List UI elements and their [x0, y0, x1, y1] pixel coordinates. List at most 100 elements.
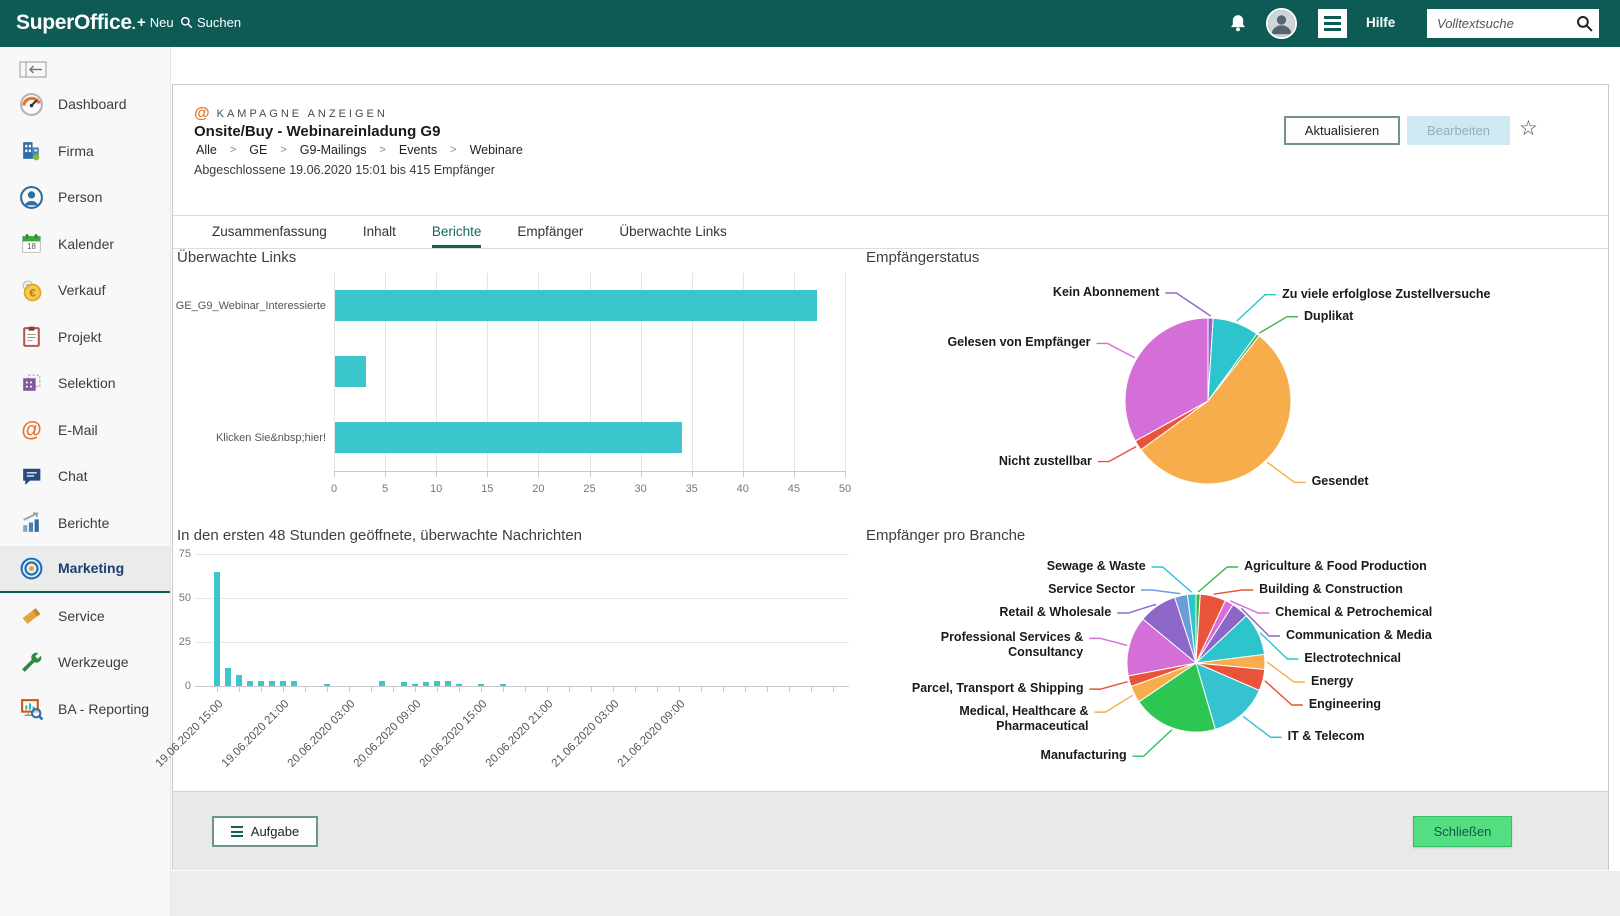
tab-berichte[interactable]: Berichte [431, 216, 482, 248]
wrench-icon [22, 652, 42, 672]
bar[interactable] [412, 684, 418, 686]
leader-line [1151, 566, 1192, 593]
bar[interactable] [445, 680, 451, 686]
sidebar-item-firma[interactable]: Firma [0, 128, 170, 175]
pie-label: Sewage & Waste [1046, 559, 1146, 573]
sidebar-item-ba-reporting[interactable]: BA - Reporting [0, 686, 170, 733]
search-submit-icon[interactable] [1576, 15, 1593, 32]
leader-line [1213, 589, 1254, 595]
sidebar-collapse-icon[interactable] [19, 61, 47, 78]
sidebar-item-email[interactable]: @ E-Mail [0, 407, 170, 454]
bar-chart-icon [23, 512, 39, 533]
bar[interactable] [269, 680, 275, 686]
bar[interactable] [478, 684, 484, 686]
axis-label: 40 [736, 483, 749, 495]
edit-button[interactable]: Bearbeiten [1407, 116, 1510, 145]
sidebar-item-selektion[interactable]: Selektion [0, 360, 170, 407]
favorite-star-icon[interactable]: ☆ [1519, 116, 1538, 141]
report-monitor-icon [21, 699, 44, 721]
axis-label: 20.06.2020 15:00 [417, 698, 490, 770]
help-link[interactable]: Hilfe [1366, 15, 1395, 30]
breadcrumb-separator: > [229, 144, 237, 156]
bar[interactable] [236, 675, 242, 686]
pie-label: Energy [1310, 674, 1354, 688]
sidebar-item-berichte[interactable]: Berichte [0, 500, 170, 547]
sidebar-item-dashboard[interactable]: Dashboard [0, 81, 170, 128]
bar[interactable] [214, 571, 220, 686]
bar[interactable] [291, 680, 297, 686]
leader-line [1197, 566, 1239, 593]
tab-ueberwachte-links[interactable]: Überwachte Links [619, 216, 726, 248]
tracked-links-chart: Überwachte Links 0 5 10 15 20 25 30 35 40 45 50 GE_… [175, 249, 867, 501]
bar[interactable] [280, 680, 286, 686]
axis-tick [349, 686, 350, 692]
svg-text:18: 18 [27, 242, 36, 251]
axis-label: 19.06.2020 21:00 [219, 698, 292, 770]
industry-chart: Empfänger pro Branche Agriculture & Food… [866, 521, 1616, 791]
bar[interactable] [335, 422, 683, 453]
bar[interactable] [423, 682, 429, 686]
refresh-button[interactable]: Aktualisieren [1284, 116, 1400, 145]
superoffice-logo[interactable]: SuperOffice. [16, 11, 136, 35]
breadcrumb-item[interactable]: Events [399, 143, 437, 157]
axis-label: 25 [178, 636, 191, 648]
bar[interactable] [258, 680, 264, 686]
bar[interactable] [401, 682, 407, 686]
search-menu-button[interactable]: Suchen [180, 15, 241, 30]
axis-label: 50 [838, 483, 852, 495]
breadcrumb-item[interactable]: Webinare [470, 143, 523, 157]
axis-label: 20.06.2020 03:00 [285, 698, 358, 770]
axis-tick [745, 686, 746, 692]
breadcrumb-separator: > [450, 144, 457, 156]
bar[interactable] [247, 680, 253, 686]
pie-label: Chemical & Petrochemical [1275, 605, 1433, 619]
pie-label: Medical, Healthcare & Pharmaceutical [959, 704, 1089, 733]
bar[interactable] [335, 356, 366, 387]
apps-menu-icon[interactable] [1318, 9, 1347, 38]
breadcrumb-item[interactable]: GE [249, 143, 267, 157]
bar[interactable] [456, 684, 462, 686]
task-button[interactable]: Aufgabe [212, 816, 318, 847]
sidebar-item-kalender[interactable]: 18 Kalender [0, 221, 170, 268]
sidebar-item-werkzeuge[interactable]: Werkzeuge [0, 639, 170, 686]
sidebar-item-projekt[interactable]: Projekt [0, 314, 170, 361]
pie [1089, 566, 1305, 757]
gridline [195, 642, 849, 643]
tab-empfaenger[interactable]: Empfänger [517, 216, 583, 248]
svg-text:@: @ [21, 419, 41, 442]
pie-label: Duplikat [1304, 308, 1354, 323]
bar[interactable] [225, 668, 231, 686]
user-avatar[interactable] [1266, 8, 1297, 39]
bar[interactable] [335, 290, 818, 321]
axis-tick [371, 686, 372, 692]
axis-label: 75 [178, 548, 191, 560]
new-button[interactable]: + Neu [137, 15, 174, 30]
notifications-bell-icon[interactable] [1228, 12, 1248, 34]
bar[interactable] [434, 680, 440, 686]
bar[interactable] [379, 680, 385, 686]
target-icon [20, 557, 43, 580]
sidebar-item-service[interactable]: Service [0, 593, 170, 640]
pie-label: Manufacturing [1040, 748, 1127, 763]
sidebar-item-verkauf[interactable]: $€ Verkauf [0, 267, 170, 314]
sidebar-item-person[interactable]: Person [0, 174, 170, 221]
axis-tick [261, 686, 262, 692]
axis-tick [811, 686, 812, 692]
category-label: GE_G9_Webinar_Interessierte [175, 300, 326, 312]
axis-label: 50 [178, 592, 191, 604]
sidebar-item-chat[interactable]: Chat [0, 453, 170, 500]
tab-inhalt[interactable]: Inhalt [363, 216, 396, 248]
close-button[interactable]: Schließen [1413, 816, 1512, 847]
bar[interactable] [500, 684, 506, 686]
panel-footer: Aufgabe Schließen [173, 791, 1608, 870]
bar[interactable] [324, 684, 330, 686]
breadcrumb-item[interactable]: Alle [196, 143, 217, 157]
leader-line [1132, 729, 1173, 757]
breadcrumb-item[interactable]: G9-Mailings [300, 143, 367, 157]
industry-chart-body: Agriculture & Food Production Building & … [866, 521, 1616, 791]
fulltext-search-input[interactable] [1437, 16, 1576, 31]
sidebar-item-marketing[interactable]: Marketing [0, 546, 170, 593]
tab-zusammenfassung[interactable]: Zusammenfassung [212, 216, 327, 248]
axis-tick [459, 686, 460, 692]
axis-tick [217, 686, 218, 692]
